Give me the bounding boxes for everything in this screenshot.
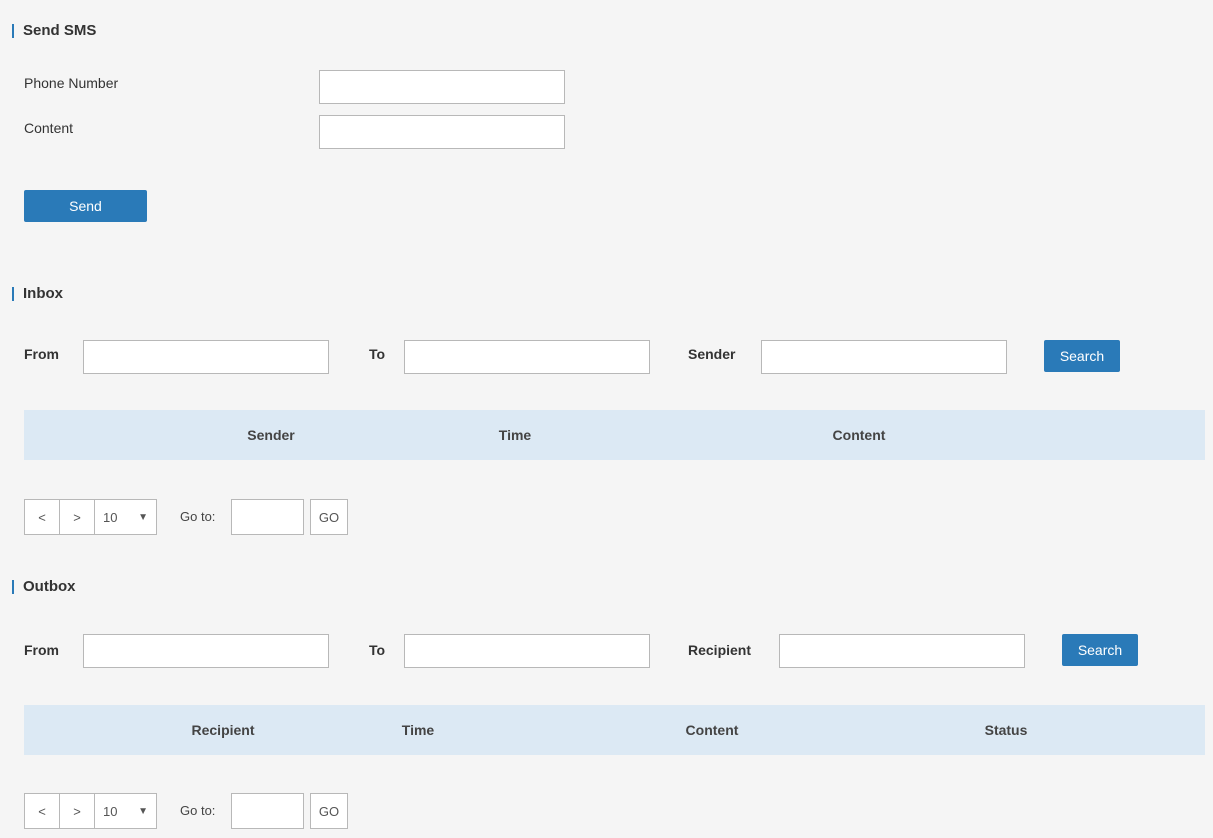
outbox-goto-label: Go to:	[180, 803, 216, 818]
outbox-pager: < > 10 ▼	[24, 793, 157, 829]
chevron-down-icon: ▼	[138, 511, 148, 523]
content-input[interactable]	[319, 115, 565, 149]
outbox-go-button[interactable]: GO	[310, 793, 348, 829]
inbox-column-content: Content	[832, 427, 886, 443]
outbox-from-label: From	[24, 642, 59, 658]
inbox-from-input[interactable]	[83, 340, 329, 374]
content-label: Content	[24, 120, 74, 136]
outbox-goto-input[interactable]	[231, 793, 304, 829]
outbox-next-page-button[interactable]: >	[60, 794, 95, 828]
outbox-column-status: Status	[984, 722, 1028, 738]
inbox-search-button[interactable]: Search	[1044, 340, 1120, 372]
outbox-to-input[interactable]	[404, 634, 650, 668]
inbox-sender-input[interactable]	[761, 340, 1007, 374]
inbox-to-label: To	[369, 346, 386, 362]
inbox-goto-input[interactable]	[231, 499, 304, 535]
inbox-from-label: From	[24, 346, 59, 362]
inbox-goto-label: Go to:	[180, 509, 216, 524]
outbox-to-label: To	[369, 642, 386, 658]
inbox-page-size-value: 10	[103, 509, 118, 525]
chevron-down-icon: ▼	[138, 805, 148, 817]
phone-number-input[interactable]	[319, 70, 565, 104]
outbox-column-content: Content	[685, 722, 739, 738]
inbox-sender-label: Sender	[688, 346, 736, 362]
outbox-recipient-label: Recipient	[688, 642, 752, 658]
inbox-column-time: Time	[498, 427, 532, 443]
inbox-pager: < > 10 ▼	[24, 499, 157, 535]
inbox-go-button[interactable]: GO	[310, 499, 348, 535]
inbox-section-title: Inbox	[12, 286, 63, 301]
outbox-from-input[interactable]	[83, 634, 329, 668]
send-button[interactable]: Send	[24, 190, 147, 222]
outbox-page-size-select[interactable]: 10 ▼	[95, 794, 156, 828]
inbox-next-page-button[interactable]: >	[60, 500, 95, 534]
phone-number-label: Phone Number	[24, 75, 119, 91]
outbox-recipient-input[interactable]	[779, 634, 1025, 668]
inbox-to-input[interactable]	[404, 340, 650, 374]
outbox-page-size-value: 10	[103, 803, 118, 819]
outbox-section-title: Outbox	[12, 579, 76, 594]
outbox-search-button[interactable]: Search	[1062, 634, 1138, 666]
outbox-table-header: Recipient Time Content Status	[24, 705, 1205, 755]
outbox-column-time: Time	[401, 722, 435, 738]
inbox-column-sender: Sender	[247, 427, 295, 443]
inbox-prev-page-button[interactable]: <	[25, 500, 60, 534]
outbox-prev-page-button[interactable]: <	[25, 794, 60, 828]
send-sms-section-title: Send SMS	[12, 23, 96, 38]
outbox-column-recipient: Recipient	[191, 722, 255, 738]
inbox-table-header: Sender Time Content	[24, 410, 1205, 460]
inbox-page-size-select[interactable]: 10 ▼	[95, 500, 156, 534]
